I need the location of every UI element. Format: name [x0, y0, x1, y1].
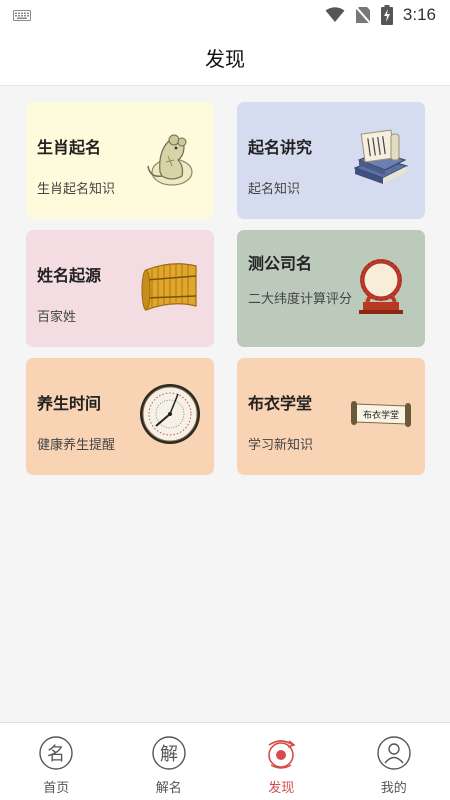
card-title: 姓名起源	[37, 266, 102, 285]
nav-profile[interactable]: 我的	[338, 723, 450, 800]
battery-charging-icon	[380, 5, 393, 25]
discover-icon	[268, 740, 296, 769]
keyboard-icon	[13, 10, 31, 21]
card-subtitle: 二大纬度计算评分	[248, 292, 353, 307]
nav-label: 首页	[43, 781, 70, 796]
nav-label: 我的	[380, 781, 407, 796]
card-company-name-test[interactable]: 测公司名 二大纬度计算评分	[237, 230, 425, 347]
card-naming-rules[interactable]: 起名讲究 起名知识	[237, 102, 425, 219]
interpret-glyph: 解	[160, 744, 178, 765]
bamboo-scroll-icon	[141, 263, 197, 311]
status-bar: 3:16	[0, 0, 450, 30]
card-health-time[interactable]: 养生时间 健康养生提醒	[26, 358, 214, 475]
drum-icon	[359, 259, 403, 314]
card-title: 养生时间	[37, 394, 102, 413]
page-title: 发现	[205, 47, 245, 71]
clock-icon	[140, 384, 200, 444]
nav-interpret[interactable]: 解 解名	[113, 723, 226, 800]
no-sim-icon	[355, 6, 371, 24]
nav-home[interactable]: 名 首页	[0, 723, 113, 800]
card-subtitle: 健康养生提醒	[37, 438, 116, 453]
card-surname-origin[interactable]: 姓名起源 百家姓	[26, 230, 214, 347]
card-title: 测公司名	[248, 254, 313, 273]
card-buyi-school[interactable]: 布衣学堂 学习新知识 布衣学堂	[237, 358, 425, 475]
card-zodiac-naming[interactable]: 生肖起名 生肖起名知识	[26, 102, 214, 219]
status-time: 3:16	[402, 5, 436, 24]
books-scroll-icon	[353, 129, 409, 184]
home-glyph: 名	[47, 744, 65, 765]
nav-discover[interactable]: 发现	[225, 723, 338, 800]
nav-label: 发现	[268, 781, 295, 796]
bottom-nav: 名 首页 解 解名 发现 我的	[0, 722, 450, 800]
nav-label: 解名	[155, 781, 182, 796]
card-title: 起名讲究	[248, 138, 313, 157]
card-subtitle: 百家姓	[37, 310, 77, 325]
card-subtitle: 起名知识	[248, 182, 301, 197]
profile-icon	[377, 736, 411, 770]
scroll-text: 布衣学堂	[363, 409, 399, 421]
home-icon: 名	[39, 736, 73, 770]
card-subtitle: 生肖起名知识	[37, 182, 116, 197]
card-title: 布衣学堂	[248, 394, 313, 413]
card-subtitle: 学习新知识	[248, 438, 314, 453]
card-title: 生肖起名	[37, 138, 102, 157]
interpret-icon: 解	[152, 736, 186, 770]
rat-zodiac-icon	[147, 134, 193, 186]
calligraphy-scroll-icon: 布衣学堂	[351, 401, 411, 427]
wifi-icon	[325, 7, 345, 22]
app-header: 发现	[0, 30, 450, 86]
